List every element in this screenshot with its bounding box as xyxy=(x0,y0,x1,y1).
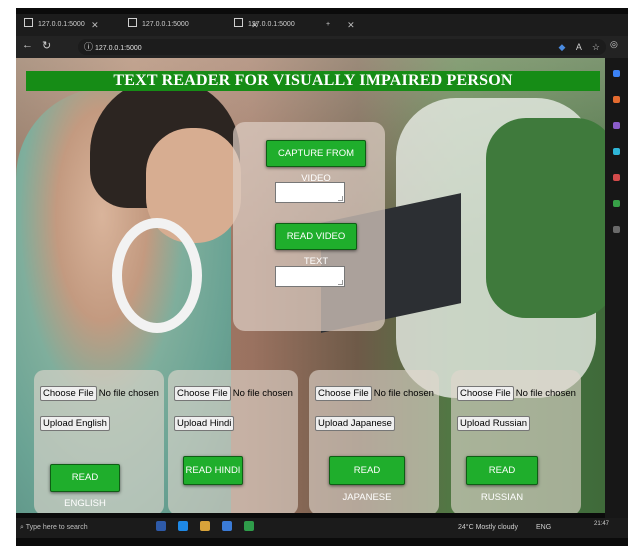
russian-upload-card: Choose File No file chosen Upload Russian… xyxy=(451,370,581,513)
sidebar-app-icon[interactable] xyxy=(613,96,620,103)
upload-hindi-button[interactable]: Upload Hindi xyxy=(174,416,235,431)
browser-tab[interactable]: 127.0.0.1:5000 ✕ xyxy=(128,16,259,34)
page-viewport: TEXT READER FOR VISUALLY IMPAIRED PERSON… xyxy=(16,58,605,513)
store-icon[interactable] xyxy=(221,521,232,531)
file-input[interactable]: Choose File No file chosen xyxy=(174,386,293,401)
browser-sidebar xyxy=(605,58,628,518)
background-photo xyxy=(112,218,202,333)
back-icon[interactable]: ← xyxy=(22,39,33,51)
taskbar-search[interactable]: ⌕ Type here to search xyxy=(20,521,140,535)
title-banner: TEXT READER FOR VISUALLY IMPAIRED PERSON xyxy=(26,71,600,91)
browser-tab-active[interactable]: 127.0.0.1:5000 ✕ xyxy=(234,16,355,34)
file-status: No file chosen xyxy=(515,388,576,399)
browser-toolbar: ← ↻ ⓘ 127.0.0.1:5000 ◆ A ☆ ◎ xyxy=(16,36,628,58)
weather-text: 24°C Mostly cloudy xyxy=(458,524,518,531)
video-panel: CAPTURE FROM VIDEO READ VIDEO TEXT xyxy=(233,122,385,331)
upload-russian-button[interactable]: Upload Russian xyxy=(457,416,531,431)
choose-file-button[interactable]: Choose File xyxy=(174,386,231,401)
address-bar[interactable]: ⓘ 127.0.0.1:5000 ◆ A ☆ xyxy=(78,39,606,55)
sidebar-app-icon[interactable] xyxy=(613,226,620,233)
close-tab-icon[interactable]: ✕ xyxy=(347,16,355,34)
read-russian-button[interactable]: READ RUSSIAN xyxy=(466,456,538,503)
close-tab-icon[interactable]: ✕ xyxy=(91,16,99,34)
site-info-icon[interactable]: ⓘ xyxy=(84,42,93,52)
file-input[interactable]: Choose File No file chosen xyxy=(315,386,434,401)
file-status: No file chosen xyxy=(98,388,159,399)
windows-taskbar: ⌕ Type here to search 24°C Mostly cloudy… xyxy=(16,518,628,538)
japanese-upload-card: Choose File No file chosen Upload Japanes… xyxy=(309,370,439,513)
sidebar-app-icon[interactable] xyxy=(613,200,620,207)
capture-video-button[interactable]: CAPTURE FROM VIDEO xyxy=(266,140,366,184)
tab-icon xyxy=(234,18,243,27)
upload-japanese-button[interactable]: Upload Japanese xyxy=(315,416,395,431)
weather-widget[interactable]: 24°C Mostly cloudy xyxy=(458,521,518,535)
tab-label: 127.0.0.1:5000 xyxy=(248,21,295,28)
url-text: 127.0.0.1:5000 xyxy=(94,45,142,52)
system-tray[interactable]: ENG xyxy=(536,521,551,535)
sidebar-app-icon[interactable] xyxy=(613,174,620,181)
browser-tab-strip: 127.0.0.1:5000 ✕ 127.0.0.1:5000 ✕ 127.0.… xyxy=(16,14,628,36)
file-input[interactable]: Choose File No file chosen xyxy=(40,386,159,401)
tab-icon xyxy=(24,18,33,27)
taskbar-search-placeholder: Type here to search xyxy=(25,524,88,531)
task-view-icon[interactable] xyxy=(156,521,166,531)
hindi-upload-card: Choose File No file chosen Upload Hindi R… xyxy=(168,370,298,513)
page-title: TEXT READER FOR VISUALLY IMPAIRED PERSON xyxy=(113,72,513,89)
profile-icon[interactable]: ◎ xyxy=(610,39,618,50)
new-tab-button[interactable]: + xyxy=(326,16,330,34)
read-english-button[interactable]: READ ENGLISH xyxy=(50,464,120,509)
read-japanese-button[interactable]: READ JAPANESE xyxy=(329,456,405,503)
read-video-text-button[interactable]: READ VIDEO TEXT xyxy=(275,223,357,267)
taskbar-apps xyxy=(156,521,264,535)
sidebar-app-icon[interactable] xyxy=(613,70,620,77)
read-aloud-icon[interactable]: A xyxy=(576,42,582,52)
app-icon[interactable] xyxy=(243,521,254,531)
choose-file-button[interactable]: Choose File xyxy=(40,386,97,401)
file-status: No file chosen xyxy=(373,388,434,399)
captured-text-area[interactable] xyxy=(275,182,345,203)
choose-file-button[interactable]: Choose File xyxy=(315,386,372,401)
favorite-icon[interactable]: ☆ xyxy=(592,42,600,52)
tab-icon xyxy=(128,18,137,27)
taskbar-clock[interactable]: 21:47 xyxy=(594,520,609,528)
sidebar-app-icon[interactable] xyxy=(613,122,620,129)
video-text-area[interactable] xyxy=(275,266,345,287)
file-status: No file chosen xyxy=(232,388,293,399)
choose-file-button[interactable]: Choose File xyxy=(457,386,514,401)
sidebar-app-icon[interactable] xyxy=(613,148,620,155)
tab-label: 127.0.0.1:5000 xyxy=(38,21,85,28)
extension-icon[interactable]: ◆ xyxy=(558,42,565,52)
browser-tab[interactable]: 127.0.0.1:5000 ✕ xyxy=(24,16,99,34)
tab-label: 127.0.0.1:5000 xyxy=(142,21,189,28)
address-bar-actions: ◆ A ☆ xyxy=(550,39,600,55)
file-input[interactable]: Choose File No file chosen xyxy=(457,386,576,401)
read-hindi-button[interactable]: READ HINDI xyxy=(183,456,243,485)
upload-english-button[interactable]: Upload English xyxy=(40,416,110,431)
english-upload-card: Choose File No file chosen Upload English… xyxy=(34,370,164,513)
edge-icon[interactable] xyxy=(177,521,188,531)
reload-icon[interactable]: ↻ xyxy=(42,39,51,52)
file-explorer-icon[interactable] xyxy=(199,521,210,531)
language-indicator: ENG xyxy=(536,524,552,531)
background-photo xyxy=(486,118,605,318)
